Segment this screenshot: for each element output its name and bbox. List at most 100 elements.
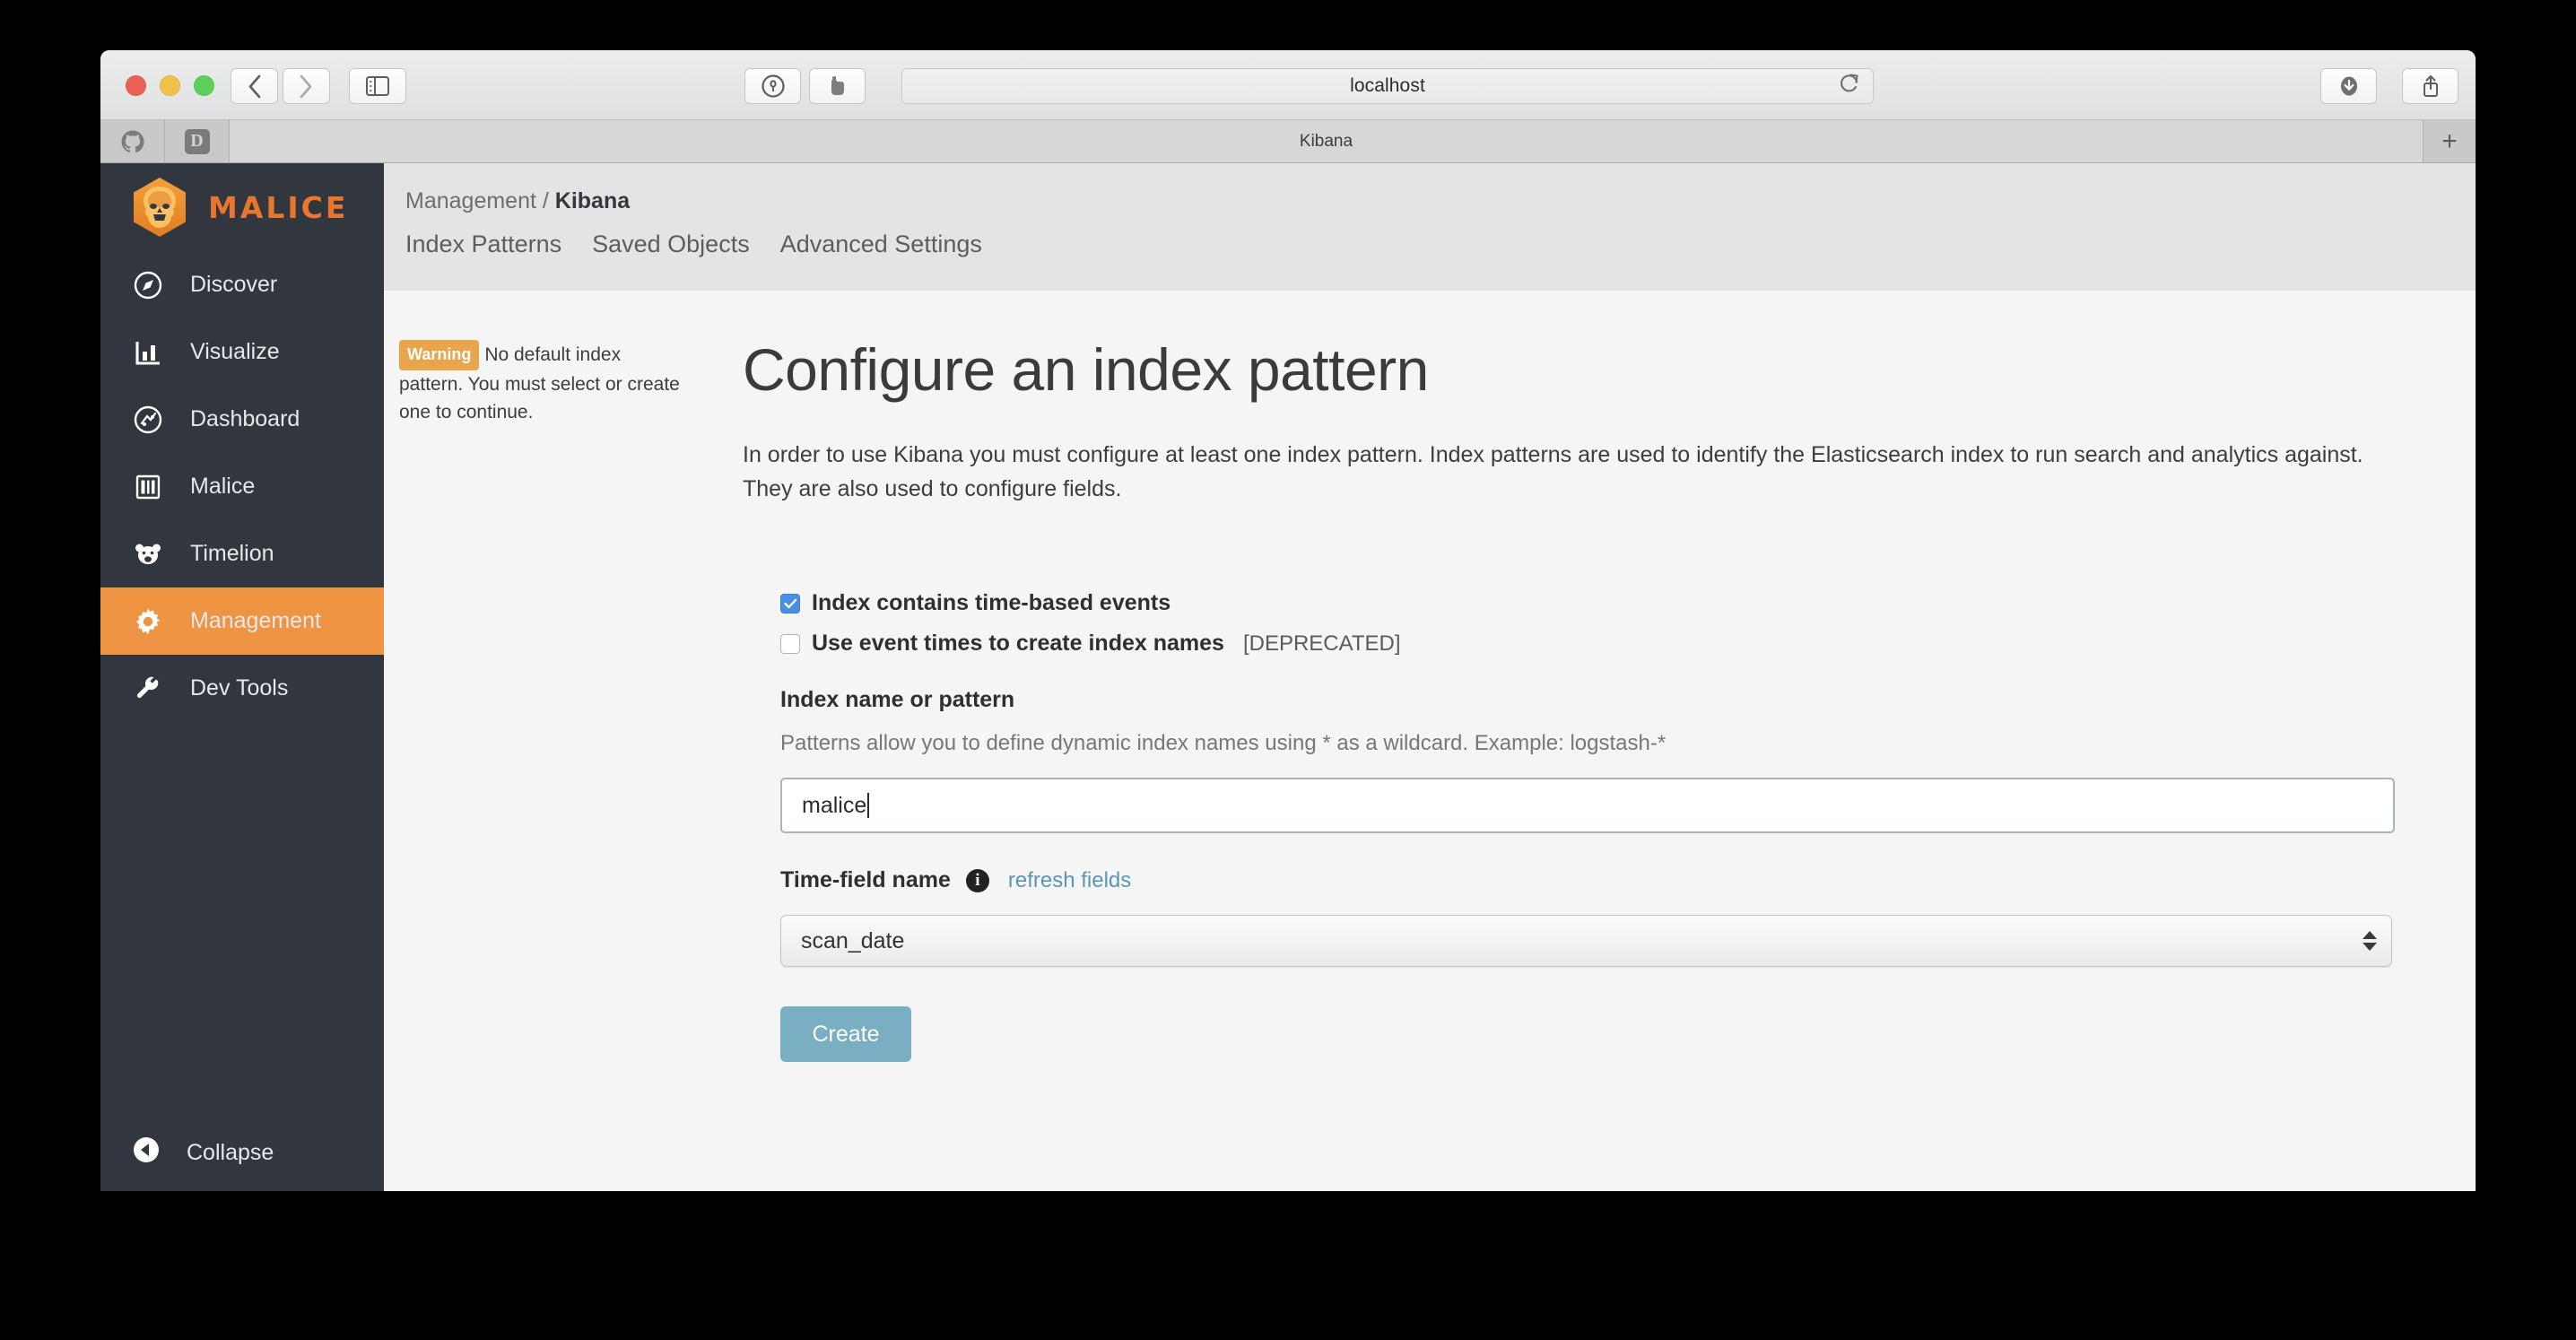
status-badge: Warning — [399, 340, 480, 370]
breadcrumb: Management / Kibana — [405, 188, 2476, 214]
onepassword-extension-button[interactable] — [744, 68, 801, 104]
tab-saved-objects[interactable]: Saved Objects — [592, 231, 750, 267]
sidebar-toggle-button[interactable] — [349, 68, 406, 104]
info-icon[interactable]: i — [965, 868, 989, 892]
index-name-help: Patterns allow you to define dynamic ind… — [780, 731, 1667, 755]
browser-window: localhost D Kibana + MALICE Discover Vis… — [100, 50, 2476, 1191]
check-icon — [783, 598, 796, 608]
minimize-window-button[interactable] — [160, 75, 180, 96]
create-button[interactable]: Create — [780, 1006, 911, 1062]
columns-icon — [131, 470, 165, 504]
breadcrumb-root[interactable]: Management — [405, 188, 536, 213]
evernote-extension-button[interactable] — [809, 68, 866, 104]
tab-index-patterns[interactable]: Index Patterns — [405, 231, 561, 267]
malice-logo[interactable]: MALICE — [100, 163, 384, 251]
sidebar-icon — [366, 76, 389, 96]
share-button[interactable] — [2402, 68, 2459, 104]
onepassword-icon — [761, 74, 785, 98]
refresh-fields-link[interactable]: refresh fields — [1008, 868, 1131, 893]
kibana-app: MALICE Discover Visualize Dashboard Mali… — [100, 163, 2476, 1191]
time-field-label: Time-field name — [780, 867, 951, 892]
browser-tab-title: Kibana — [1299, 131, 1353, 151]
time-based-events-label: Index contains time-based events — [812, 590, 1171, 615]
sidebar-collapse-label: Collapse — [187, 1139, 274, 1165]
time-field-label-row: Time-field name i refresh fields — [780, 867, 2389, 893]
kibana-content: Management / Kibana Index Patterns Saved… — [384, 163, 2476, 1191]
maximize-window-button[interactable] — [194, 75, 214, 96]
breadcrumb-separator: / — [535, 188, 555, 213]
sidebar-item-label: Management — [190, 608, 321, 633]
gear-icon — [131, 605, 165, 639]
event-times-label: Use event times to create index names — [812, 631, 1224, 656]
browser-tab-strip: D Kibana + — [100, 120, 2476, 163]
time-based-events-checkbox[interactable] — [780, 593, 800, 613]
management-header: Management / Kibana Index Patterns Saved… — [384, 163, 2476, 291]
kibana-sidebar: MALICE Discover Visualize Dashboard Mali… — [100, 163, 384, 1191]
index-name-label: Index name or pattern — [780, 687, 1015, 712]
wrench-icon — [131, 672, 165, 706]
d-favicon: D — [184, 128, 210, 154]
reload-icon[interactable] — [1839, 73, 1860, 100]
downloads-button[interactable] — [2320, 68, 2377, 104]
event-times-checkbox[interactable] — [780, 633, 800, 654]
back-button[interactable] — [231, 68, 278, 104]
new-tab-button[interactable]: + — [2424, 120, 2476, 162]
breadcrumb-current: Kibana — [554, 188, 631, 213]
page-title: Configure an index pattern — [743, 336, 1429, 403]
compass-icon — [131, 268, 165, 302]
browser-tab-github[interactable] — [100, 120, 165, 162]
bar-chart-icon — [131, 335, 165, 370]
time-field-selected-value: scan_date — [801, 927, 905, 953]
download-icon — [2340, 76, 2357, 96]
sidebar-item-label: Dashboard — [190, 406, 300, 431]
index-pattern-form-column: Configure an index pattern In order to u… — [743, 318, 2476, 1191]
text-caret — [867, 793, 870, 818]
sidebar-item-label: Discover — [190, 272, 278, 297]
sidebar-item-visualize[interactable]: Visualize — [100, 318, 384, 386]
management-tabs: Index Patterns Saved Objects Advanced Se… — [405, 231, 2476, 267]
bear-icon — [131, 537, 165, 571]
warning-sidebar: Warning No default index pattern. You mus… — [384, 318, 743, 1191]
window-traffic-lights — [126, 75, 214, 96]
sidebar-item-dev-tools[interactable]: Dev Tools — [100, 655, 384, 722]
deprecated-tag: [DEPRECATED] — [1242, 631, 1401, 656]
malice-lion-hexagon-logo — [134, 178, 186, 237]
browser-tab-d[interactable]: D — [165, 120, 230, 162]
close-window-button[interactable] — [126, 75, 146, 96]
sidebar-item-management[interactable]: Management — [100, 587, 384, 655]
share-icon — [2423, 75, 2438, 97]
sidebar-item-timelion[interactable]: Timelion — [100, 520, 384, 587]
sidebar-item-label: Dev Tools — [190, 675, 289, 700]
address-bar[interactable]: localhost — [901, 68, 1874, 104]
collapse-left-icon — [131, 1135, 161, 1171]
browser-toolbar: localhost — [100, 50, 2476, 120]
index-pattern-input-value: malice — [802, 792, 867, 818]
github-icon — [121, 130, 144, 152]
index-pattern-form: Index contains time-based events Use eve… — [743, 590, 2395, 1062]
warning-message: Warning No default index pattern. You mus… — [399, 340, 689, 426]
tab-advanced-settings[interactable]: Advanced Settings — [780, 231, 982, 267]
sidebar-item-discover[interactable]: Discover — [100, 251, 384, 318]
event-times-row[interactable]: Use event times to create index names [D… — [780, 631, 2389, 657]
sidebar-item-dashboard[interactable]: Dashboard — [100, 386, 384, 453]
chevron-left-icon — [248, 74, 261, 98]
chevron-updown-icon — [2363, 931, 2377, 951]
chevron-right-icon — [300, 74, 312, 98]
malice-logo-text: MALICE — [208, 189, 349, 225]
sidebar-item-malice[interactable]: Malice — [100, 453, 384, 520]
sidebar-collapse-button[interactable]: Collapse — [100, 1114, 384, 1191]
index-pattern-input[interactable]: malice — [780, 778, 2395, 833]
page-intro-text: In order to use Kibana you must configur… — [743, 442, 2363, 501]
evernote-icon — [831, 76, 844, 95]
dashboard-icon — [131, 403, 165, 437]
time-field-select[interactable]: scan_date — [780, 915, 2392, 967]
sidebar-item-label: Timelion — [190, 541, 274, 566]
time-based-events-row[interactable]: Index contains time-based events — [780, 590, 2389, 616]
index-pattern-page: Warning No default index pattern. You mus… — [384, 291, 2476, 1191]
sidebar-item-label: Visualize — [190, 339, 280, 364]
forward-button[interactable] — [283, 68, 330, 104]
sidebar-item-label: Malice — [190, 474, 256, 499]
url-text: localhost — [1350, 75, 1425, 96]
browser-tab-kibana[interactable]: Kibana — [230, 120, 2424, 162]
